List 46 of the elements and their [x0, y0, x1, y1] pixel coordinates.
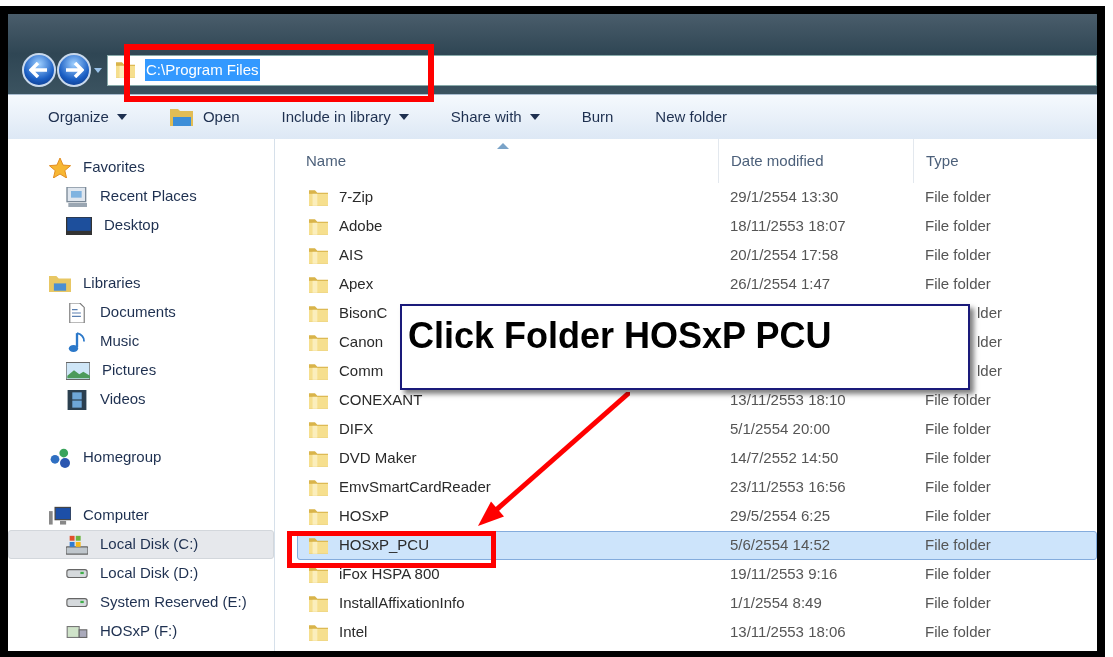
- date-modified: 5/6/2554 14:52: [730, 536, 831, 554]
- file-type: File folder: [925, 246, 991, 264]
- date-modified: 29/5/2554 6:25: [730, 507, 831, 525]
- date-modified: 1/1/2554 8:49: [730, 594, 822, 612]
- file-name: Adobe: [339, 216, 383, 237]
- date-modified: 19/11/2553 9:16: [730, 565, 838, 583]
- file-type: File folder: [925, 188, 991, 206]
- file-name: 7-Zip: [339, 187, 374, 208]
- file-type: File folder: [925, 449, 991, 467]
- file-type: lder: [977, 362, 1002, 380]
- file-type: lder: [977, 333, 1002, 351]
- file-name: InstallAffixationInfo: [339, 593, 465, 614]
- file-type: File folder: [925, 594, 991, 612]
- file-name: Comm: [339, 361, 384, 382]
- file-type: lder: [977, 304, 1002, 322]
- file-name: CONEXANT: [339, 390, 423, 411]
- file-name: Apex: [339, 274, 374, 295]
- file-type: File folder: [925, 391, 991, 409]
- file-type: File folder: [925, 275, 991, 293]
- date-modified: 13/11/2553 18:10: [730, 391, 846, 409]
- file-name: AIS: [339, 245, 364, 266]
- file-name: Intel: [339, 622, 368, 643]
- date-modified: 26/1/2554 1:47: [730, 275, 831, 293]
- file-type: File folder: [925, 536, 991, 554]
- date-modified: 14/7/2552 14:50: [730, 449, 839, 467]
- file-type: File folder: [925, 507, 991, 525]
- file-name: HOSxP_PCU: [339, 535, 430, 556]
- file-name: DVD Maker: [339, 448, 417, 469]
- file-name: HOSxP: [339, 506, 389, 527]
- file-name: BisonC: [339, 303, 388, 324]
- date-modified: 20/1/2554 17:58: [730, 246, 839, 264]
- file-type: File folder: [925, 478, 991, 496]
- date-modified: 5/1/2554 20:00: [730, 420, 831, 438]
- file-name: iFox HSPA 800: [339, 564, 440, 585]
- date-modified: 18/11/2553 18:07: [730, 217, 846, 235]
- date-modified: 23/11/2553 16:56: [730, 478, 846, 496]
- file-type: File folder: [925, 623, 991, 641]
- file-name: DIFX: [339, 419, 374, 440]
- callout-tooltip: Click Folder HOSxP PCU: [400, 304, 970, 390]
- date-modified: 29/1/2554 13:30: [730, 188, 839, 206]
- file-name: EmvSmartCardReader: [339, 477, 491, 498]
- date-modified: 13/11/2553 18:06: [730, 623, 846, 641]
- file-type: File folder: [925, 420, 991, 438]
- file-name: Canon: [339, 332, 384, 353]
- file-type: File folder: [925, 565, 991, 583]
- file-type: File folder: [925, 217, 991, 235]
